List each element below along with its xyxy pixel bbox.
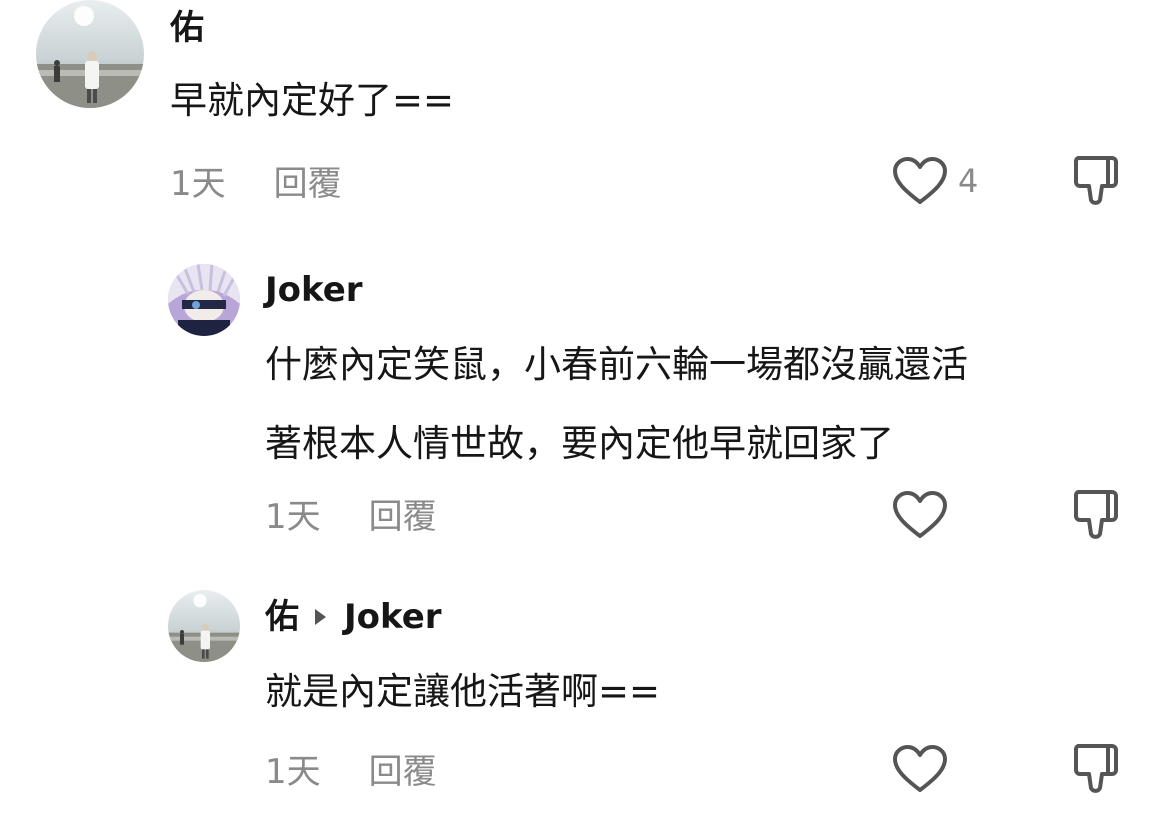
avatar[interactable] [168, 264, 240, 336]
heart-outline-icon [893, 491, 947, 538]
comment-meta: 1天 回覆 [265, 497, 437, 537]
comment-text-line: 什麼內定笑鼠，小春前六輪一場都沒贏還活 [265, 343, 968, 386]
comment-text-line: 著根本人情世故，要內定他早就回家了 [265, 422, 894, 465]
like-button[interactable]: 4 [892, 156, 978, 206]
thumbs-down-icon [1073, 156, 1118, 205]
comment-text: 就是內定讓他活著啊== [265, 662, 660, 722]
reply-button[interactable]: 回覆 [274, 164, 342, 204]
comment-author[interactable]: 佑 [265, 597, 299, 637]
comment-text-line: 就是內定讓他活著啊== [265, 670, 661, 713]
reply-to-author[interactable]: Joker [344, 597, 442, 637]
comment-text: 早就內定好了== [170, 71, 454, 131]
thumbs-down-icon [1073, 744, 1118, 793]
comment-time: 1天 [170, 164, 226, 204]
avatar[interactable] [168, 590, 240, 662]
reply-button[interactable]: 回覆 [369, 497, 437, 537]
triangle-right-icon [315, 609, 326, 625]
heart-outline-icon [893, 745, 947, 792]
comment-author[interactable]: Joker [265, 270, 363, 310]
heart-outline-icon [893, 157, 947, 204]
comment-author-line: 佑 Joker [265, 597, 442, 637]
avatar-anime-icon [168, 264, 240, 336]
dislike-button[interactable] [1072, 154, 1124, 208]
like-count: 4 [958, 162, 979, 200]
reply-button[interactable]: 回覆 [369, 752, 437, 792]
comment-time: 1天 [265, 497, 321, 537]
like-button[interactable] [892, 490, 948, 540]
comment-author[interactable]: 佑 [170, 8, 204, 48]
comment-time: 1天 [265, 752, 321, 792]
comment-thread: 佑 早就內定好了== 1天 回覆 4 Joker 什麼內定笑鼠，小春前六輪一場都… [0, 0, 1170, 834]
avatar-photo-icon [168, 590, 240, 662]
comment-text: 什麼內定笑鼠，小春前六輪一場都沒贏還活 著根本人情世故，要內定他早就回家了 [265, 335, 968, 474]
comment-meta: 1天 回覆 [265, 752, 437, 792]
like-button[interactable] [892, 744, 948, 794]
dislike-button[interactable] [1072, 742, 1124, 796]
dislike-button[interactable] [1072, 488, 1124, 542]
comment-meta: 1天 回覆 [170, 164, 342, 204]
avatar[interactable] [36, 0, 144, 108]
comment-text-line: 早就內定好了== [170, 79, 455, 122]
avatar-photo-icon [36, 0, 144, 108]
thumbs-down-icon [1073, 490, 1118, 539]
